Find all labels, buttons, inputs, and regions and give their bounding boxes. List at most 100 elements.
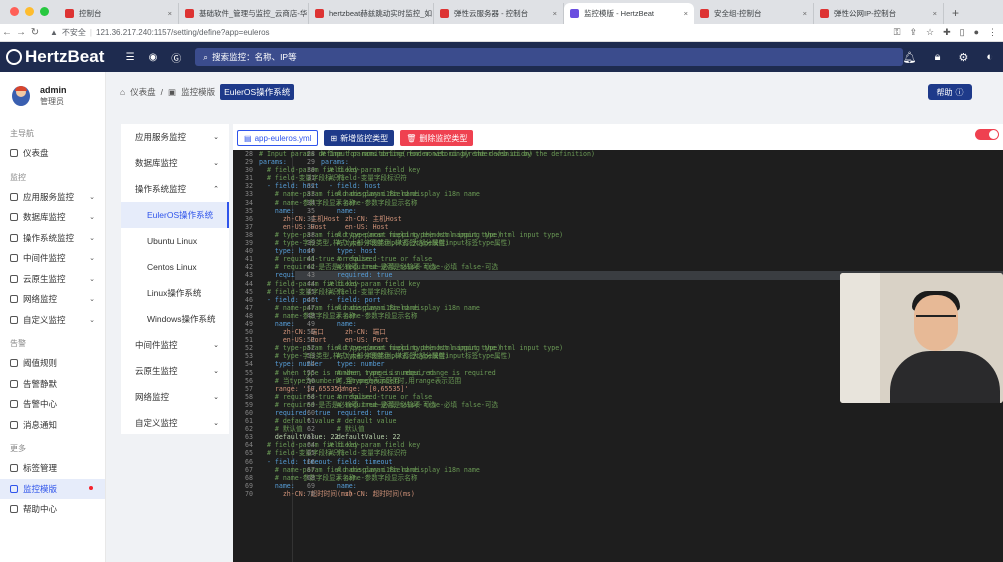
line-number: 48 [245, 311, 253, 320]
forward-icon[interactable]: → [14, 27, 28, 38]
tab-close-icon[interactable]: × [549, 9, 557, 18]
line-number: 62 [307, 425, 315, 434]
sidebar-item[interactable]: 网络监控 ⌄ [0, 289, 105, 310]
tab-close-icon[interactable]: × [929, 9, 937, 18]
diff-original-pane[interactable]: 28 # Input params define for monitoring(r… [233, 150, 533, 562]
sidebar-icon[interactable]: ▯ [960, 27, 965, 38]
line-number: 70 [307, 489, 315, 498]
user-panel[interactable]: admin 管理员 [0, 72, 105, 120]
sidebar-item[interactable]: 应用服务监控 ⌄ [0, 187, 105, 208]
settings-gear-icon[interactable]: ⚙ [958, 51, 968, 64]
extensions-icon[interactable]: ✚ [943, 27, 951, 38]
sidebar-item[interactable]: 消息通知 [0, 415, 105, 436]
url-field[interactable]: ▲ 不安全 | 121.36.217.240:1157/setting/defi… [50, 27, 270, 38]
reload-icon[interactable]: ↻ [28, 27, 42, 38]
monitor-type-item[interactable]: Centos Linux [121, 254, 229, 280]
monitor-type-label: Ubuntu Linux [147, 236, 198, 246]
tab-close-icon[interactable]: × [164, 9, 172, 18]
line-number: 59 [307, 400, 315, 409]
notification-bell-icon[interactable]: 🔔︎ [903, 51, 917, 64]
browser-tab[interactable]: 弹性公网IP-控制台 × [814, 3, 944, 24]
sidebar-item[interactable]: 操作系统监控 ⌄ [0, 228, 105, 249]
back-icon[interactable]: ← [0, 27, 14, 38]
browser-tab[interactable]: 安全组-控制台 × [694, 3, 814, 24]
sidebar-item[interactable]: 标签管理 [0, 458, 105, 479]
code-line: 40 type: host [295, 247, 1003, 255]
sidebar-item[interactable]: 告警中心 [0, 394, 105, 415]
profile-icon[interactable]: ● [974, 27, 979, 38]
line-number: 28 [245, 150, 253, 158]
code-text: params: [259, 158, 287, 167]
search-input[interactable]: ⌕ 搜索监控：名称、IP等 [195, 48, 903, 66]
chevron-down-icon: ⌄ [213, 342, 219, 349]
monitor-type-item[interactable]: Linux操作系统 [121, 280, 229, 306]
browser-tab[interactable]: 基础软件_管理与监控_云商店-华× [179, 3, 309, 24]
line-number: 32 [307, 182, 315, 191]
monitor-type-item[interactable]: 操作系统监控 ⌃ [121, 176, 229, 202]
menu-toggle-icon[interactable]: ☰ [126, 52, 135, 63]
monitor-type-item[interactable]: 中间件监控 ⌄ [121, 332, 229, 358]
sidebar-item[interactable]: 数据库监控 ⌄ [0, 207, 105, 228]
help-button[interactable]: 帮助 ⓘ [928, 84, 972, 100]
tab-favicon-icon [440, 9, 449, 18]
github-icon[interactable]: ◉ [149, 52, 158, 63]
chevron-down-icon: ⌄ [89, 296, 95, 304]
monitor-type-item[interactable]: 数据库监控 ⌄ [121, 150, 229, 176]
sidebar-item[interactable]: 中间件监控 ⌄ [0, 248, 105, 269]
sidebar-item[interactable]: 阈值规则 [0, 353, 105, 374]
line-number: 67 [245, 465, 253, 474]
monitor-type-item[interactable]: Windows操作系统 [121, 306, 229, 332]
monitor-type-item[interactable]: EulerOS操作系统 [121, 202, 229, 228]
line-number: 51 [245, 336, 253, 345]
line-number: 52 [245, 344, 253, 353]
sidebar-item[interactable]: 仪表盘 [0, 143, 105, 164]
monitor-type-item[interactable]: 自定义监控 ⌄ [121, 410, 229, 436]
code-line: 66 - field: timeout [295, 458, 1003, 466]
warning-icon: ▲ [50, 28, 58, 37]
code-text: # name-参数字段显示名称 [321, 473, 418, 482]
monitor-type-item[interactable]: 云原生监控 ⌄ [121, 358, 229, 384]
monitor-type-item[interactable]: 网络监控 ⌄ [121, 384, 229, 410]
sidebar-item[interactable]: 监控模版 [0, 478, 105, 499]
code-line: 63 defaultValue: 22 [295, 433, 1003, 441]
share-icon[interactable]: ⇪ [909, 27, 917, 38]
sidebar-item[interactable]: 自定义监控 ⌄ [0, 310, 105, 331]
key-icon[interactable]: ⚿ [894, 27, 901, 38]
gitee-icon[interactable]: Ⓖ [171, 50, 181, 65]
delete-monitor-type-button[interactable]: 🗑︎ 删除监控类型 [400, 130, 474, 146]
browser-tab[interactable]: 控制台 × [59, 3, 179, 24]
minimize-window-button[interactable] [25, 7, 34, 16]
browser-tab[interactable]: 监控模版 - HertzBeat × [564, 3, 694, 24]
brand-logo[interactable]: HertzBeat [0, 47, 112, 67]
add-monitor-type-button[interactable]: ⊞ 新增监控类型 [324, 130, 395, 146]
tab-close-icon[interactable]: × [799, 9, 807, 18]
language-icon[interactable]: ◐ [986, 51, 993, 64]
star-icon[interactable]: ☆ [926, 27, 934, 38]
tab-close-icon[interactable]: × [680, 9, 688, 18]
breadcrumb-parent[interactable]: 监控模版 [181, 86, 215, 98]
menu-icon[interactable]: ⋮ [988, 27, 997, 38]
lock-icon[interactable]: 🔒︎ [935, 51, 941, 64]
file-button[interactable]: ▤ app-euleros.yml [237, 130, 319, 146]
sidebar-item-icon [10, 149, 18, 158]
code-line: 65 # field-变量字段标识符 [295, 449, 1003, 457]
browser-tab[interactable]: hertzbeat赫兹跳动实时监控_如× [309, 3, 434, 24]
line-number: 53 [245, 352, 253, 361]
edit-toggle[interactable] [975, 129, 999, 140]
line-number: 58 [245, 392, 253, 401]
monitor-type-item[interactable]: 应用服务监控 ⌄ [121, 124, 229, 150]
maximize-window-button[interactable] [40, 7, 49, 16]
line-number: 42 [307, 263, 315, 272]
sidebar-item[interactable]: 云原生监控 ⌄ [0, 269, 105, 290]
sidebar-item[interactable]: 帮助中心 [0, 499, 105, 520]
line-number: 40 [245, 247, 253, 256]
tab-label: hertzbeat赫兹跳动实时监控_如 [329, 9, 432, 18]
close-window-button[interactable] [10, 7, 19, 16]
breadcrumb-home[interactable]: 仪表盘 [130, 86, 156, 98]
line-number: 64 [245, 441, 253, 450]
new-tab-button[interactable]: + [944, 6, 967, 24]
monitor-type-item[interactable]: Ubuntu Linux [121, 228, 229, 254]
browser-tab[interactable]: 弹性云服务器 - 控制台 × [434, 3, 564, 24]
sidebar-item[interactable]: 告警静默 [0, 374, 105, 395]
code-line: 69 name: [295, 482, 1003, 490]
